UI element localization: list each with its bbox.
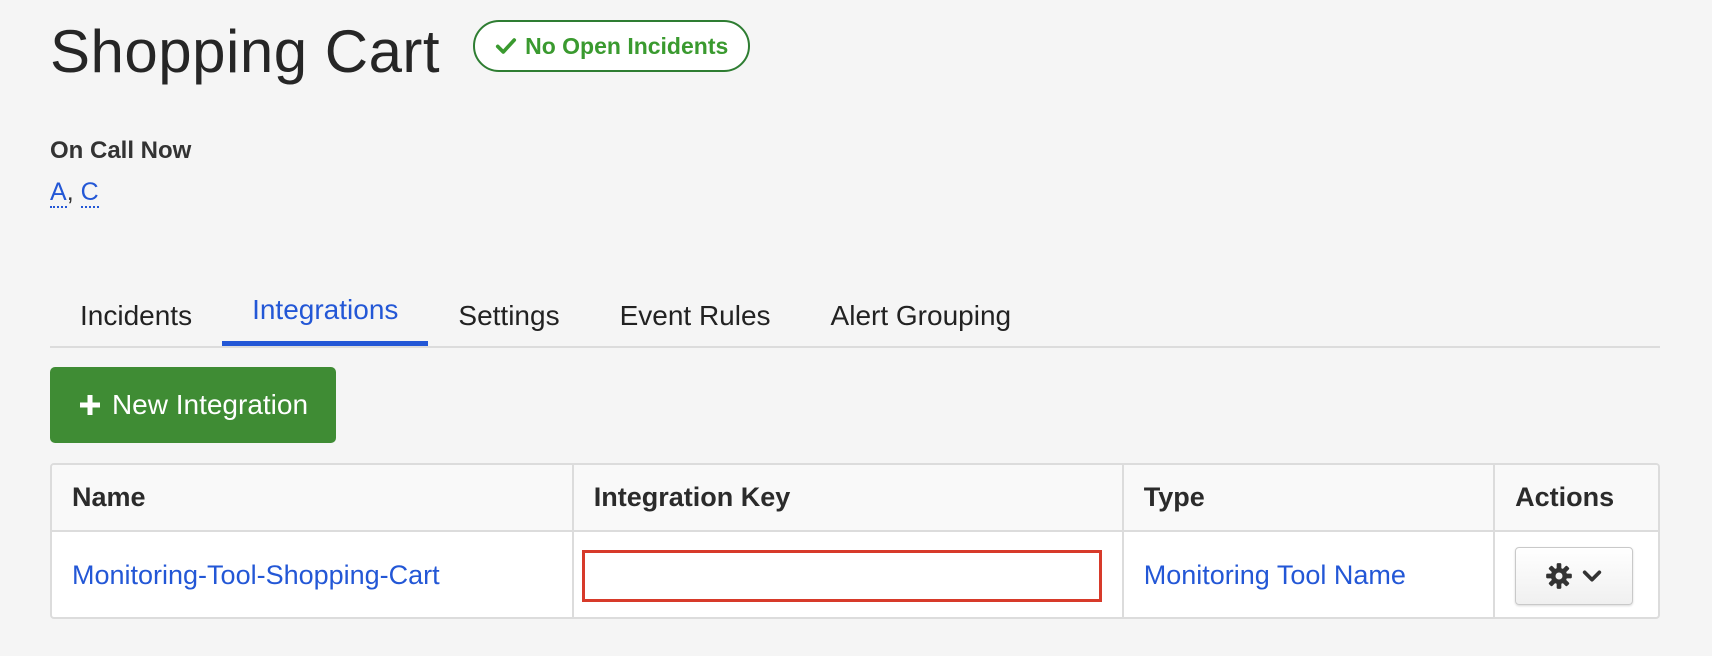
column-header-name: Name [52, 465, 574, 531]
chevron-down-icon [1582, 570, 1602, 581]
tab-event-rules[interactable]: Event Rules [590, 290, 801, 346]
new-integration-button[interactable]: New Integration [50, 367, 336, 443]
actions-dropdown-button[interactable] [1515, 546, 1634, 605]
tab-alert-grouping[interactable]: Alert Grouping [801, 290, 1042, 346]
service-page: Shopping Cart No Open Incidents On Call … [0, 0, 1712, 656]
column-header-actions: Actions [1515, 482, 1615, 512]
oncall-separator: , [66, 178, 74, 206]
oncall-user-a[interactable]: A [50, 178, 67, 208]
integrations-table: Name Integration Key Type Actions Monito… [50, 463, 1660, 619]
column-header-type: Type [1122, 465, 1496, 531]
column-header-integration-key: Integration Key [572, 465, 1124, 531]
oncall-user-c[interactable]: C [80, 178, 99, 208]
check-icon [496, 38, 517, 54]
page-title: Shopping Cart [50, 18, 441, 85]
table-row: Monitoring-Tool-Shopping-Cart Monitoring… [52, 531, 1658, 617]
service-tabs: Incidents Integrations Settings Event Ru… [50, 290, 1660, 348]
status-badge: No Open Incidents [473, 20, 751, 72]
new-integration-label: New Integration [111, 389, 309, 420]
gear-icon [1546, 562, 1572, 589]
tab-incidents[interactable]: Incidents [50, 290, 222, 346]
oncall-users: A, C [50, 178, 99, 208]
integration-key-value[interactable] [594, 560, 1089, 591]
plus-icon [79, 395, 100, 415]
service-header: Shopping Cart No Open Incidents [50, 18, 751, 85]
tab-integrations[interactable]: Integrations [222, 290, 429, 346]
integration-type-link[interactable]: Monitoring Tool Name [1144, 560, 1406, 590]
integration-name-link[interactable]: Monitoring-Tool-Shopping-Cart [72, 560, 440, 590]
tab-settings[interactable]: Settings [428, 290, 589, 346]
integration-key-highlight [581, 549, 1102, 602]
status-badge-label: No Open Incidents [525, 32, 729, 59]
table-header-row: Name Integration Key Type Actions [52, 465, 1658, 531]
oncall-label: On Call Now [50, 137, 192, 164]
